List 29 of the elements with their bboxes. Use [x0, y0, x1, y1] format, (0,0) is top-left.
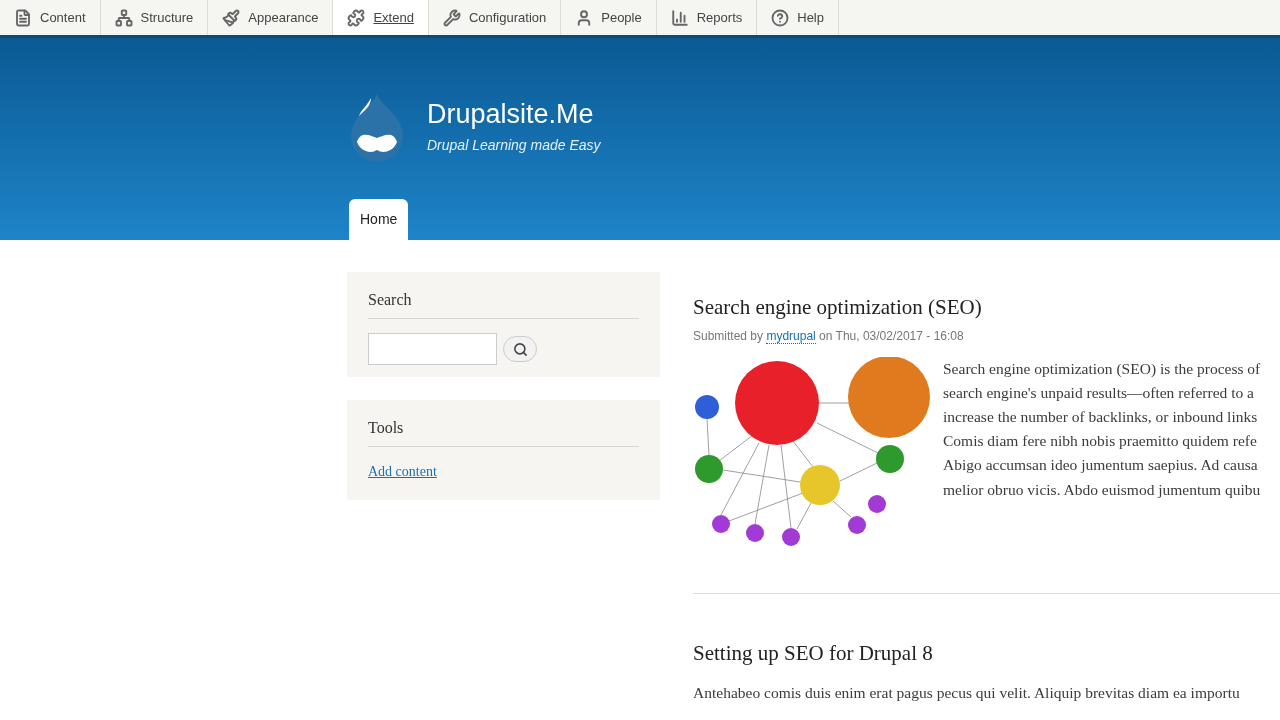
bar-chart-icon — [670, 8, 689, 27]
toolbar-item[interactable]: People — [561, 0, 657, 35]
toolbar-item[interactable]: Configuration — [428, 0, 562, 35]
site-name: Drupalsite.Me — [427, 97, 595, 131]
article-title: Search engine optimization (SEO) — [693, 294, 983, 321]
help-icon — [771, 8, 790, 27]
search-icon — [512, 341, 528, 357]
toolbar-item[interactable]: Extend — [333, 0, 429, 35]
sidebar-link[interactable]: Add content — [368, 461, 437, 482]
brush-icon — [222, 8, 241, 27]
submitted-line: Submitted by mydrupal on Thu, 03/02/2017 - 16:08 — [693, 327, 965, 345]
author-link[interactable]: mydrupal — [766, 328, 816, 344]
site-slogan: Drupal Learning made Easy — [427, 136, 601, 156]
puzzle-icon — [347, 8, 366, 27]
article-title: Setting up SEO for Drupal 8 — [693, 639, 934, 667]
article-paragraph: Search engine optimization (SEO) is the process of search engine's unpaid results—often referred to a increase the number of backlinks, or inbound links Comis diam fere nibh nobis praemitto quidem refe Abigo accumsan ideo jumentum saepius. Ad causa melior obruo vicis. Abdo euismod jumentum quibu — [943, 358, 1261, 500]
search-field[interactable] — [368, 333, 497, 365]
toolbar-item[interactable]: Reports — [656, 0, 758, 35]
block-title: Search — [368, 288, 639, 319]
search-button[interactable] — [503, 336, 537, 362]
block-title: Tools — [368, 416, 639, 447]
toolbar-item[interactable]: Content — [0, 0, 101, 35]
sitemap-icon — [114, 8, 133, 27]
toolbar-item[interactable]: Structure — [100, 0, 209, 35]
nav-tab[interactable]: Home — [349, 199, 409, 240]
wrench-icon — [442, 8, 461, 27]
article-paragraph: Antehabeo comis duis enim erat pagus pecus qui velit. Aliquip brevitas diam ea importu — [693, 683, 1240, 703]
toolbar-item[interactable]: Help — [757, 0, 839, 35]
document-icon — [14, 8, 32, 27]
